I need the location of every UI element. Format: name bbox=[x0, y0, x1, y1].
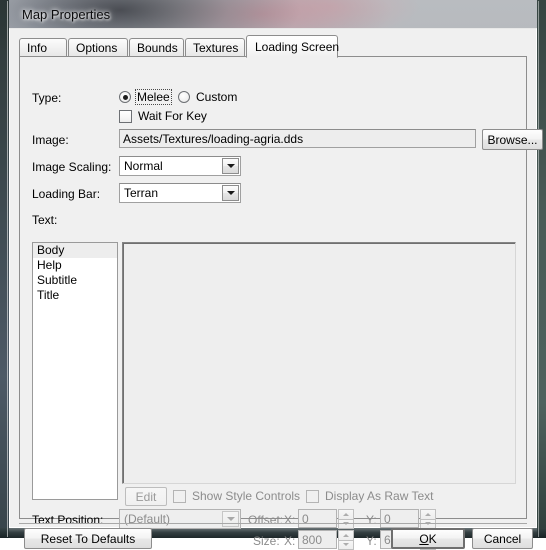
loading-bar-dropdown-button[interactable] bbox=[222, 185, 239, 201]
image-scaling-label: Image Scaling: bbox=[32, 160, 111, 174]
size-x-stepper-down[interactable] bbox=[338, 540, 354, 550]
ok-accel-char: O bbox=[419, 532, 428, 546]
size-x-value: 800 bbox=[302, 534, 322, 546]
caret-down-icon bbox=[343, 543, 349, 546]
loading-screen-tab-page: Type: Melee Custom Wait For Key Image: A… bbox=[19, 56, 527, 519]
tab-options-label: Options bbox=[76, 41, 117, 55]
text-element-listbox[interactable]: Body Help Subtitle Title bbox=[32, 242, 118, 500]
tab-info-label: Info bbox=[27, 41, 47, 55]
ok-rest-chars: K bbox=[429, 532, 437, 546]
show-style-controls-box bbox=[173, 490, 186, 503]
image-scaling-value: Normal bbox=[120, 159, 222, 173]
window-glass-border-left bbox=[0, 0, 9, 538]
checkbox-show-style-controls[interactable]: Show Style Controls bbox=[173, 489, 300, 503]
checkbox-wait-for-key[interactable]: Wait For Key bbox=[119, 109, 207, 123]
radio-custom-label: Custom bbox=[195, 90, 238, 104]
loading-bar-label: Loading Bar: bbox=[32, 187, 100, 201]
display-as-raw-text-box bbox=[306, 490, 319, 503]
offset-y-stepper[interactable] bbox=[420, 509, 436, 529]
text-section-label: Text: bbox=[32, 213, 57, 227]
offset-x-input[interactable]: 0 bbox=[298, 509, 337, 528]
tab-bounds-label: Bounds bbox=[137, 41, 178, 55]
tab-loading-screen-label: Loading Screen bbox=[255, 40, 339, 54]
caret-up-icon bbox=[425, 513, 431, 516]
browse-button[interactable]: Browse... bbox=[482, 129, 543, 150]
footer-separator bbox=[19, 523, 527, 524]
window-glass-border-right bbox=[537, 0, 546, 538]
browse-button-label: Browse... bbox=[487, 133, 537, 147]
caret-up-icon bbox=[343, 513, 349, 516]
offset-x-label: X: bbox=[284, 513, 295, 527]
tab-textures-label: Textures bbox=[193, 41, 238, 55]
show-style-controls-label: Show Style Controls bbox=[192, 489, 300, 503]
tab-bounds[interactable]: Bounds bbox=[129, 38, 184, 57]
edit-button[interactable]: Edit bbox=[125, 487, 167, 506]
list-item[interactable]: Title bbox=[33, 288, 117, 303]
offset-label: Offset: bbox=[248, 513, 283, 527]
tab-options[interactable]: Options bbox=[68, 38, 128, 57]
chevron-down-icon bbox=[227, 164, 235, 168]
size-x-stepper-up[interactable] bbox=[338, 530, 354, 540]
image-path-input[interactable]: Assets/Textures/loading-agria.dds bbox=[119, 129, 476, 148]
list-item[interactable]: Subtitle bbox=[33, 273, 117, 288]
loading-bar-combo[interactable]: Terran bbox=[119, 183, 241, 203]
size-x-input[interactable]: 800 bbox=[298, 530, 337, 549]
map-properties-window: Map Properties Info Options Bounds Textu… bbox=[0, 0, 546, 538]
tab-strip: Info Options Bounds Textures Loading Scr… bbox=[19, 35, 527, 57]
image-scaling-dropdown-button[interactable] bbox=[222, 158, 239, 174]
offset-y-stepper-up[interactable] bbox=[420, 509, 436, 519]
size-x-stepper[interactable] bbox=[338, 530, 354, 550]
radio-type-custom[interactable]: Custom bbox=[178, 90, 238, 104]
cancel-button-label: Cancel bbox=[484, 532, 521, 546]
offset-y-input[interactable]: 0 bbox=[380, 509, 419, 528]
checkbox-display-as-raw-text[interactable]: Display As Raw Text bbox=[306, 489, 434, 503]
wait-for-key-label: Wait For Key bbox=[138, 109, 207, 123]
wait-for-key-box bbox=[119, 110, 132, 123]
size-y-label: Y: bbox=[366, 534, 377, 548]
loading-bar-value: Terran bbox=[120, 186, 222, 200]
size-x-label: X: bbox=[284, 534, 295, 548]
reset-to-defaults-label: Reset To Defaults bbox=[41, 532, 136, 546]
title-bar[interactable]: Map Properties bbox=[10, 4, 530, 28]
ok-button[interactable]: OK bbox=[391, 528, 465, 549]
image-label: Image: bbox=[32, 133, 69, 147]
radio-melee-label: Melee bbox=[136, 90, 171, 104]
ok-button-label: OK bbox=[419, 532, 436, 546]
reset-to-defaults-button[interactable]: Reset To Defaults bbox=[24, 528, 152, 549]
radio-custom-indicator bbox=[178, 91, 190, 103]
text-position-combo[interactable]: (Default) bbox=[119, 509, 241, 529]
list-item[interactable]: Help bbox=[33, 258, 117, 273]
text-position-dropdown-button[interactable] bbox=[222, 511, 239, 527]
dialog-client-area: Info Options Bounds Textures Loading Scr… bbox=[9, 28, 537, 528]
window-title: Map Properties bbox=[22, 7, 110, 22]
offset-x-stepper[interactable] bbox=[338, 509, 354, 529]
caret-up-icon bbox=[343, 534, 349, 537]
size-label: Size: bbox=[253, 534, 280, 548]
text-position-label: Text Position: bbox=[32, 513, 103, 527]
chevron-down-icon bbox=[227, 517, 235, 521]
chevron-down-icon bbox=[227, 191, 235, 195]
list-item[interactable]: Body bbox=[33, 243, 117, 258]
tab-info[interactable]: Info bbox=[19, 38, 67, 57]
type-label: Type: bbox=[32, 91, 61, 105]
edit-button-label: Edit bbox=[136, 490, 157, 504]
cancel-button[interactable]: Cancel bbox=[472, 528, 533, 549]
offset-y-label: Y: bbox=[366, 513, 377, 527]
offset-x-stepper-up[interactable] bbox=[338, 509, 354, 519]
radio-type-melee[interactable]: Melee bbox=[119, 90, 171, 104]
radio-melee-indicator bbox=[119, 91, 131, 103]
tab-loading-screen[interactable]: Loading Screen bbox=[246, 35, 338, 58]
image-scaling-combo[interactable]: Normal bbox=[119, 156, 241, 176]
text-content-editor[interactable] bbox=[122, 242, 516, 484]
tab-textures[interactable]: Textures bbox=[185, 38, 245, 57]
image-path-value: Assets/Textures/loading-agria.dds bbox=[123, 133, 303, 145]
display-as-raw-text-label: Display As Raw Text bbox=[325, 489, 434, 503]
